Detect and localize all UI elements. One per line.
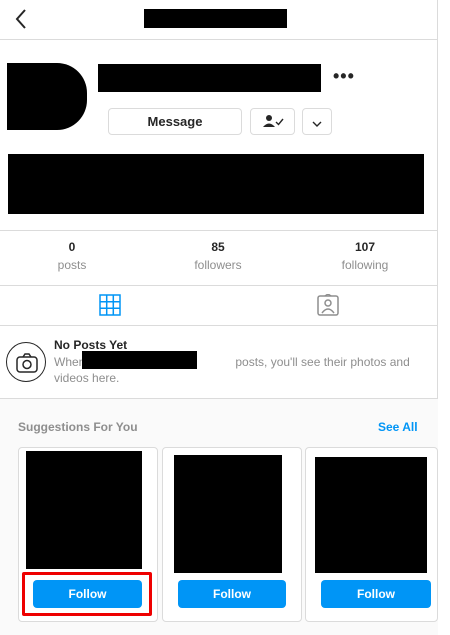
stat-followers[interactable]: 85 followers bbox=[168, 240, 268, 272]
avatar[interactable] bbox=[7, 63, 87, 130]
chevron-down-icon bbox=[311, 116, 323, 133]
suggestion-avatar[interactable] bbox=[174, 455, 282, 573]
person-check-icon bbox=[262, 115, 284, 132]
no-posts-text-before: When bbox=[54, 355, 86, 369]
stat-posts: 0 posts bbox=[22, 240, 122, 272]
follow-button[interactable]: Follow bbox=[178, 580, 286, 608]
name-redacted bbox=[82, 351, 197, 369]
no-posts-title: No Posts Yet bbox=[54, 338, 128, 352]
stat-value: 0 bbox=[68, 240, 76, 254]
follow-button[interactable]: Follow bbox=[321, 580, 431, 608]
suggested-toggle-button[interactable] bbox=[302, 108, 332, 135]
stat-following[interactable]: 107 following bbox=[315, 240, 415, 272]
chevron-left-icon[interactable] bbox=[14, 8, 28, 34]
stat-label: following bbox=[341, 258, 389, 272]
no-posts-camera-container bbox=[6, 342, 46, 382]
stat-label: followers bbox=[194, 258, 242, 272]
more-options-icon[interactable]: ••• bbox=[333, 66, 355, 87]
stat-value: 85 bbox=[211, 240, 225, 254]
profile-username-redacted bbox=[98, 64, 321, 92]
see-all-link[interactable]: See All bbox=[378, 420, 418, 434]
suggestion-avatar[interactable] bbox=[315, 457, 427, 573]
suggestions-title: Suggestions For You bbox=[18, 420, 138, 434]
divider bbox=[0, 285, 438, 286]
message-button[interactable]: Message bbox=[108, 108, 242, 135]
highlight-box bbox=[22, 572, 152, 616]
username-redacted bbox=[144, 9, 287, 28]
stat-label: posts bbox=[57, 258, 87, 272]
stat-value: 107 bbox=[354, 240, 376, 254]
camera-icon bbox=[16, 352, 38, 379]
bio-redacted bbox=[8, 154, 424, 214]
divider bbox=[0, 325, 438, 326]
tagged-icon[interactable] bbox=[317, 293, 339, 321]
divider bbox=[0, 230, 438, 231]
top-bar bbox=[0, 0, 438, 40]
suggestion-avatar[interactable] bbox=[26, 451, 142, 569]
following-button[interactable] bbox=[250, 108, 295, 135]
grid-icon[interactable] bbox=[99, 294, 121, 321]
